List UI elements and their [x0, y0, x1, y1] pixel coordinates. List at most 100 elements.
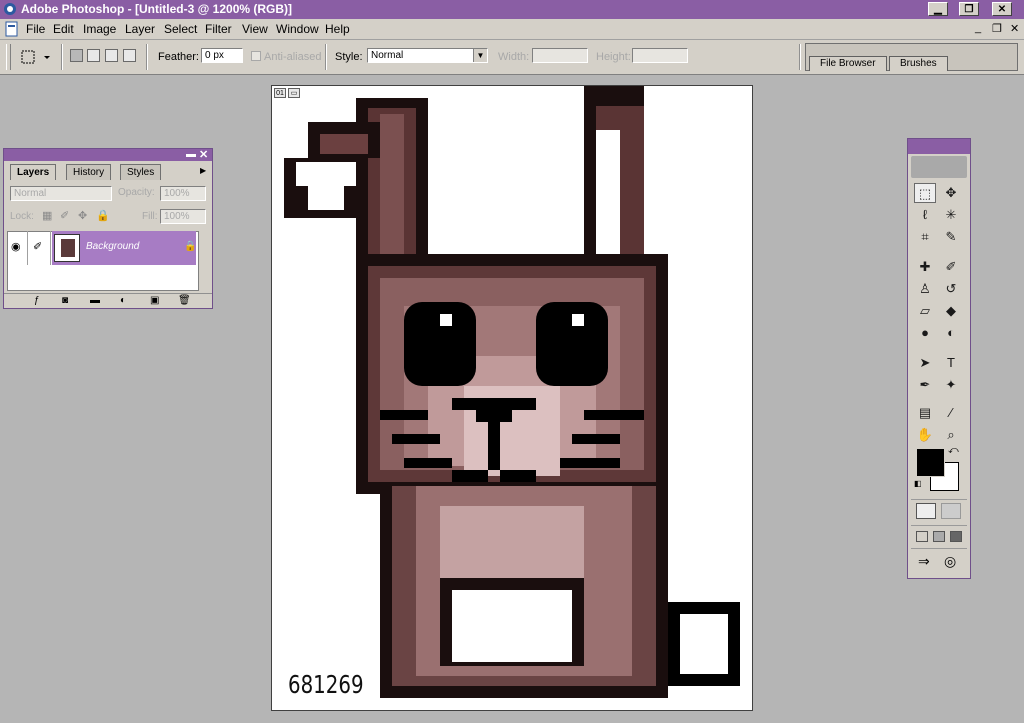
- options-grip[interactable]: [6, 44, 11, 70]
- eraser-tool-icon[interactable]: ▱: [914, 301, 936, 321]
- jump-to-imageready-icon[interactable]: ⇒: [918, 553, 930, 570]
- lock-all-icon[interactable]: 🔒: [96, 209, 110, 222]
- pixel-art-bunny: [284, 86, 740, 698]
- lasso-tool-icon[interactable]: ℓ: [914, 205, 936, 225]
- new-group-icon[interactable]: ▬: [90, 295, 100, 306]
- blur-tool-icon[interactable]: ●: [914, 323, 936, 343]
- new-selection-icon[interactable]: [70, 49, 83, 62]
- doc-minimize-button[interactable]: _: [975, 22, 981, 34]
- fill-input[interactable]: 100%: [160, 209, 206, 224]
- chevron-down-icon[interactable]: ▼: [473, 49, 487, 62]
- height-label: Height:: [596, 51, 631, 63]
- separator: [146, 44, 148, 70]
- standard-mode-button[interactable]: [916, 503, 936, 519]
- lock-label: Lock:: [10, 211, 34, 222]
- menu-layer[interactable]: Layer: [125, 22, 155, 36]
- brush-tool-icon[interactable]: ✐: [940, 257, 962, 277]
- style-select[interactable]: Normal ▼: [367, 48, 488, 63]
- menu-help[interactable]: Help: [325, 22, 350, 36]
- clone-stamp-tool-icon[interactable]: ♙: [914, 279, 936, 299]
- paint-bucket-tool-icon[interactable]: ◆: [940, 301, 962, 321]
- toolbox-title-bar[interactable]: [908, 139, 970, 154]
- menu-filter[interactable]: Filter: [205, 22, 232, 36]
- adobe-online-logo[interactable]: [911, 156, 967, 178]
- tab-file-browser[interactable]: File Browser: [809, 56, 887, 71]
- toolbox-divider: [911, 499, 967, 500]
- tab-history[interactable]: History: [66, 164, 112, 180]
- document-canvas[interactable]: 01 ▭ 681269: [271, 85, 753, 711]
- minimize-button[interactable]: ▁: [928, 2, 948, 16]
- dodge-tool-icon[interactable]: ◐: [940, 323, 962, 343]
- hand-tool-icon[interactable]: ✋: [914, 425, 936, 445]
- layer-style-icon[interactable]: ƒ: [34, 295, 40, 306]
- screen-mode-full-menu-icon[interactable]: [933, 531, 945, 542]
- screen-mode-standard-icon[interactable]: [916, 531, 928, 542]
- palette-footer: ƒ ◙ ▬ ◐ ▣ 🗑: [4, 293, 212, 309]
- swap-colors-icon[interactable]: ⤺: [948, 445, 959, 456]
- foreground-color-swatch-front[interactable]: [916, 448, 945, 477]
- menu-window[interactable]: Window: [276, 22, 319, 36]
- tab-styles[interactable]: Styles: [120, 164, 162, 180]
- menu-file[interactable]: File: [26, 22, 45, 36]
- slice-tool-icon[interactable]: ✎: [940, 227, 962, 247]
- blend-mode-select[interactable]: Normal: [10, 186, 112, 201]
- doc-restore-button[interactable]: ❐: [992, 22, 1002, 35]
- lock-transparency-icon[interactable]: ▦: [42, 209, 52, 222]
- doc-nav-icon[interactable]: ▭: [288, 88, 300, 98]
- width-label: Width:: [498, 51, 530, 63]
- magic-wand-tool-icon[interactable]: ✳: [940, 205, 962, 225]
- eye-icon[interactable]: ◉: [11, 240, 21, 253]
- palette-minimize-icon[interactable]: ▬: [186, 149, 196, 160]
- tab-brushes[interactable]: Brushes: [889, 56, 948, 71]
- imageready-icon[interactable]: ◎: [944, 553, 956, 570]
- palette-title-bar[interactable]: [4, 149, 212, 161]
- document-icon[interactable]: [4, 21, 20, 37]
- move-tool-icon[interactable]: ✥: [940, 183, 962, 203]
- layer-link-cell[interactable]: ✐: [28, 231, 51, 265]
- menu-select[interactable]: Select: [164, 22, 197, 36]
- new-layer-icon[interactable]: ▣: [150, 295, 159, 306]
- lock-brush-icon[interactable]: ✐: [60, 209, 69, 222]
- anti-aliased-checkbox[interactable]: [251, 51, 261, 61]
- lock-move-icon[interactable]: ✥: [78, 209, 87, 222]
- menu-view[interactable]: View: [242, 22, 268, 36]
- tab-layers[interactable]: Layers: [10, 164, 57, 180]
- layer-name[interactable]: Background: [86, 241, 139, 252]
- doc-close-button[interactable]: ✕: [1010, 22, 1019, 35]
- custom-shape-tool-icon[interactable]: ✦: [940, 375, 962, 395]
- screen-mode-full-icon[interactable]: [950, 531, 962, 542]
- rectangular-marquee-tool-icon[interactable]: ⬚: [914, 183, 936, 203]
- adjustment-layer-icon[interactable]: ◐: [120, 295, 126, 306]
- intersect-selection-icon[interactable]: [123, 49, 136, 62]
- lock-icon: 🔒: [184, 241, 197, 252]
- history-brush-tool-icon[interactable]: ↺: [940, 279, 962, 299]
- close-button[interactable]: ✕: [992, 2, 1012, 16]
- menu-image[interactable]: Image: [83, 22, 116, 36]
- height-input[interactable]: [632, 48, 688, 63]
- layer-visibility-cell[interactable]: ◉: [7, 231, 28, 265]
- add-to-selection-icon[interactable]: [87, 49, 100, 62]
- opacity-input[interactable]: 100%: [160, 186, 206, 201]
- trash-icon[interactable]: 🗑: [178, 295, 191, 306]
- feather-input[interactable]: 0 px: [201, 48, 243, 63]
- layer-row[interactable]: Background 🔒: [52, 231, 196, 265]
- add-mask-icon[interactable]: ◙: [62, 295, 68, 306]
- title-bar: Adobe Photoshop - [Untitled-3 @ 1200% (R…: [0, 0, 1024, 19]
- subtract-from-selection-icon[interactable]: [105, 49, 118, 62]
- crop-tool-icon[interactable]: ⌗: [914, 227, 936, 247]
- width-input[interactable]: [532, 48, 588, 63]
- menu-edit[interactable]: Edit: [53, 22, 74, 36]
- palette-menu-arrow-icon[interactable]: ▶: [200, 166, 206, 175]
- quick-mask-button[interactable]: [941, 503, 961, 519]
- pen-tool-icon[interactable]: ✒: [914, 375, 936, 395]
- path-selection-tool-icon[interactable]: ➤: [914, 353, 936, 373]
- marquee-preset-icon[interactable]: [20, 49, 52, 65]
- zoom-tool-icon[interactable]: ⌕: [940, 425, 962, 445]
- default-colors-icon[interactable]: ◧: [914, 479, 922, 488]
- type-tool-icon[interactable]: T: [940, 353, 962, 373]
- eyedropper-tool-icon[interactable]: ⁄: [940, 403, 962, 423]
- notes-tool-icon[interactable]: ▤: [914, 403, 936, 423]
- restore-button[interactable]: ❐: [959, 2, 979, 16]
- palette-close-icon[interactable]: ✕: [199, 148, 208, 161]
- healing-brush-tool-icon[interactable]: ✚: [914, 257, 936, 277]
